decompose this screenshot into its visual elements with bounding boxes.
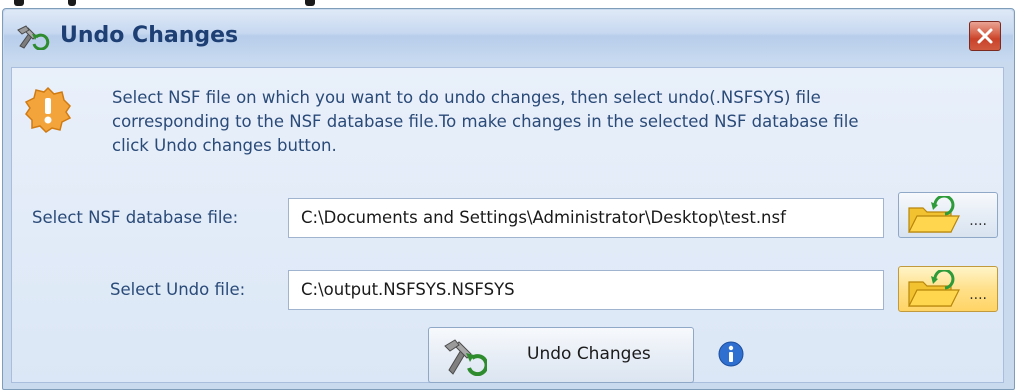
nsf-file-input[interactable]: C:\Documents and Settings\Administrator\… xyxy=(288,198,884,238)
browse-ellipsis: .... xyxy=(969,213,987,229)
folder-open-icon xyxy=(908,270,960,307)
warning-icon xyxy=(24,86,72,134)
instructions-line: click Undo changes button. xyxy=(112,136,337,155)
cropped-fragment xyxy=(14,0,24,6)
undo-file-label: Select Undo file: xyxy=(110,280,246,299)
nsf-file-label: Select NSF database file: xyxy=(32,208,239,227)
tools-undo-icon xyxy=(16,24,50,51)
close-button[interactable] xyxy=(969,21,1001,51)
dialog-body: Select NSF file on which you want to do … xyxy=(11,67,1004,383)
undo-file-input[interactable]: C:\output.NSFSYS.NSFSYS xyxy=(288,270,884,310)
instructions-line: corresponding to the NSF database file.T… xyxy=(112,112,859,131)
undo-changes-dialog: Undo Changes Select NSF file on which yo… xyxy=(2,8,1015,390)
cropped-fragment xyxy=(305,0,315,6)
browse-undo-button[interactable]: .... xyxy=(898,266,998,312)
close-icon xyxy=(977,28,993,44)
undo-changes-label: Undo Changes xyxy=(527,344,651,364)
undo-changes-button[interactable]: Undo Changes xyxy=(428,327,694,383)
instructions-line: Select NSF file on which you want to do … xyxy=(112,88,821,107)
undo-tools-icon xyxy=(443,336,489,380)
browse-ellipsis: .... xyxy=(969,287,987,303)
instructions-text: Select NSF file on which you want to do … xyxy=(112,86,992,158)
folder-open-icon xyxy=(908,196,960,233)
browse-nsf-button[interactable]: .... xyxy=(898,192,998,238)
info-icon[interactable] xyxy=(718,341,744,367)
title-bar: Undo Changes xyxy=(4,10,1013,62)
cropped-fragment xyxy=(68,0,76,6)
window-title: Undo Changes xyxy=(60,23,239,48)
